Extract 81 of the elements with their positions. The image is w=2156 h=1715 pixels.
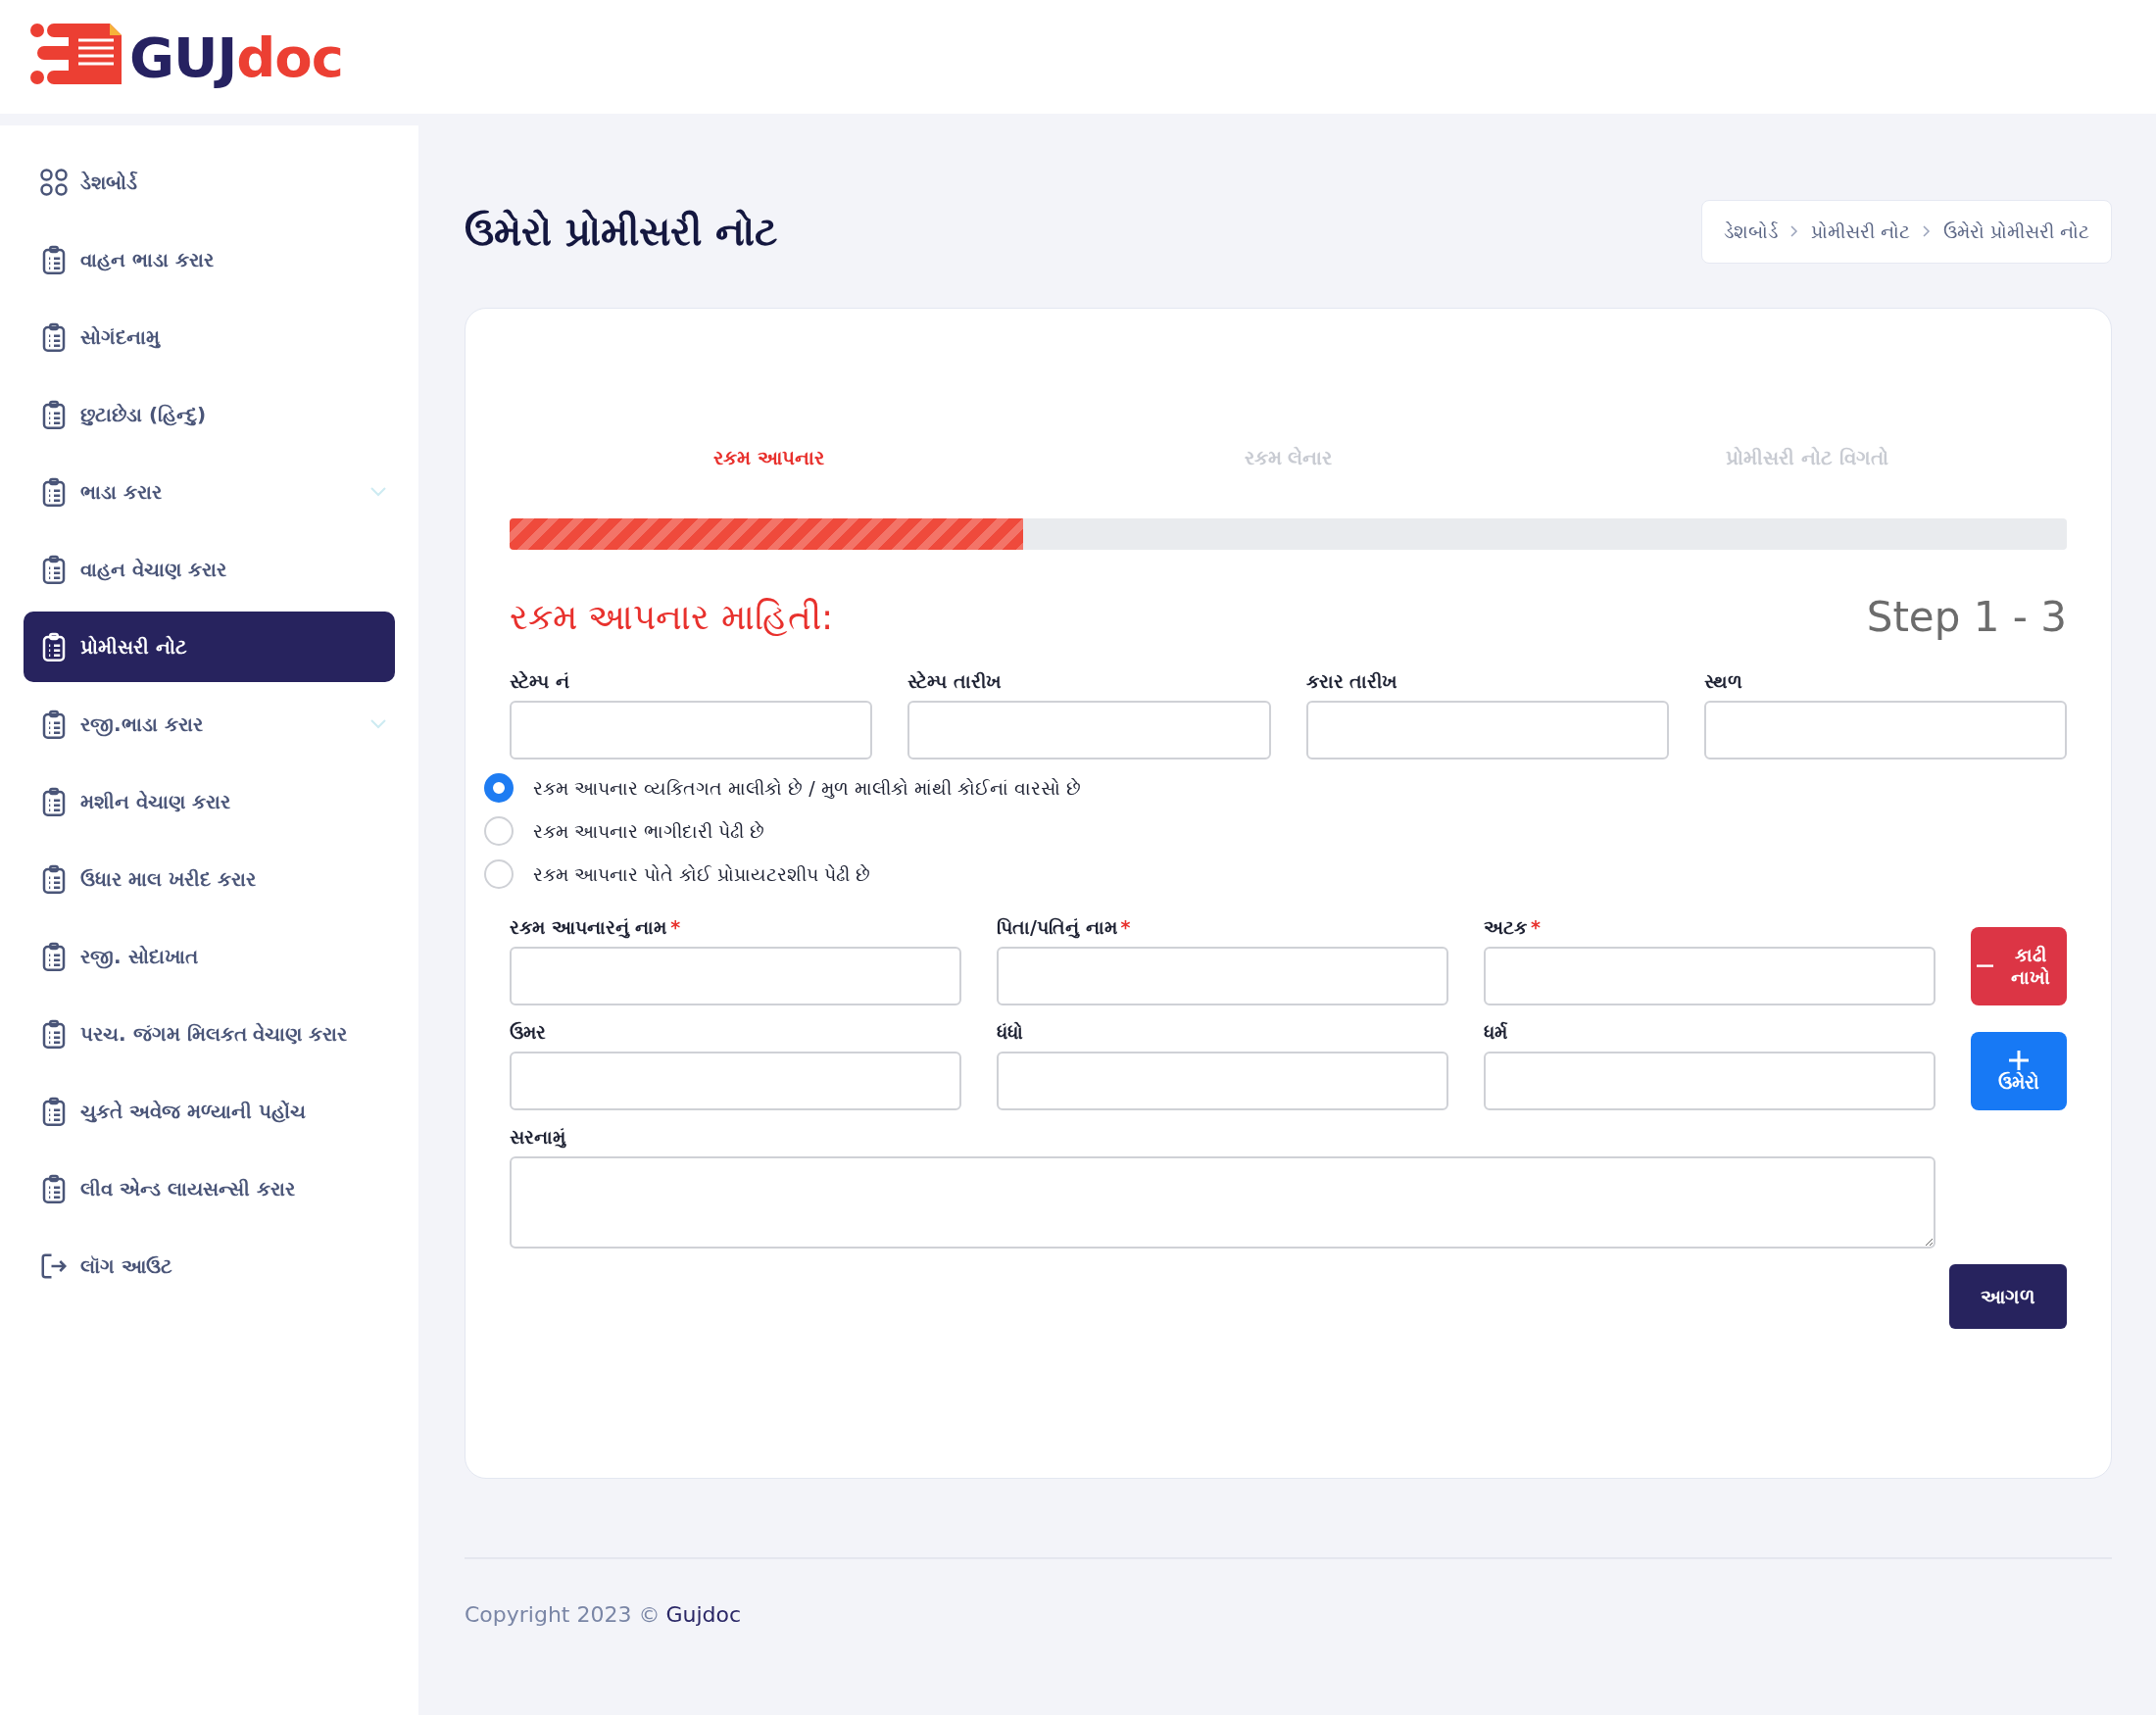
field-label: સરનામું <box>510 1126 567 1149</box>
breadcrumb-link[interactable]: પ્રોમીસરી નોટ <box>1810 220 1910 243</box>
sidebar-item-label: ચુકતે અવેજ મળ્યાની પહોંચ <box>80 1100 307 1123</box>
field-label: ઉમર <box>510 1021 547 1044</box>
sidebar-item-label: રજી. સોદાખાત <box>80 945 199 968</box>
sidebar-item[interactable]: ડેશબોર્ડ <box>24 147 395 218</box>
radio-label: રકમ આપનાર ભાગીદારી પેઢી છે <box>533 819 765 843</box>
field-label: ધર્મ <box>1484 1021 1508 1044</box>
required-mark: * <box>1120 916 1131 938</box>
sidebar-item-label: ભાડા કરાર <box>80 480 163 504</box>
sidebar-item-label: લીવ એન્ડ લાયસન્સી કરાર <box>80 1177 296 1200</box>
sidebar-item[interactable]: પરચ. જંગમ મિલકત વેચાણ કરાર <box>24 999 395 1069</box>
input-field[interactable] <box>997 947 1448 1005</box>
minus-icon <box>1977 964 1994 968</box>
field-label: પિતા/પતિનું નામ * <box>997 916 1132 939</box>
input-field[interactable] <box>510 701 873 760</box>
sidebar-item[interactable]: ચુકતે અવેજ મળ્યાની પહોંચ <box>24 1076 395 1147</box>
sidebar-item-label: પ્રોમીસરી નોટ <box>80 635 188 659</box>
sidebar-item-label: છુટાછેડા (હિન્દુ) <box>80 403 208 426</box>
brand-link[interactable]: Gujdoc <box>665 1602 742 1627</box>
sidebar-item-label: મશીન વેચાણ કરાર <box>80 790 231 813</box>
page-title: ઉમેરો પ્રોમીસરી નોટ <box>465 208 777 255</box>
sidebar-item-label: રજી.ભાડા કરાર <box>80 712 204 736</box>
input-field[interactable] <box>510 947 961 1005</box>
step-tab[interactable]: રકમ આપનાર <box>510 446 1029 469</box>
next-button[interactable]: આગળ <box>1949 1264 2067 1329</box>
chevron-down-icon <box>369 718 387 730</box>
sidebar-item[interactable]: વાહન ભાડા કરાર <box>24 224 395 295</box>
chevron-right-icon <box>1921 224 1932 238</box>
sidebar-item[interactable]: લીવ એન્ડ લાયસન્સી કરાર <box>24 1153 395 1224</box>
sidebar-item[interactable]: મશીન વેચાણ કરાર <box>24 766 395 837</box>
required-mark: * <box>670 916 681 938</box>
chevron-right-icon <box>1788 224 1799 238</box>
sidebar-item-label: પરચ. જંગમ મિલકત વેચાણ કરાર <box>80 1022 349 1046</box>
logout-icon <box>39 1251 69 1281</box>
sidebar-item[interactable]: લૉગ આઉટ <box>24 1231 395 1301</box>
sidebar-item[interactable]: રજી.ભાડા કરાર <box>24 689 395 760</box>
field-label: રકમ આપનારનું નામ * <box>510 916 682 939</box>
radio-label: રકમ આપનાર પોતે કોઈ પ્રોપ્રાયટરશીપ પેઢી છે <box>533 862 871 886</box>
add-button[interactable]: ઉમેરો <box>1971 1032 2067 1110</box>
sidebar-item-label: ઉધાર માલ ખરીદ કરાર <box>80 867 257 891</box>
field-label: સ્ટેમ્પ નં <box>510 670 570 693</box>
sidebar-item[interactable]: વાહન વેચાણ કરાર <box>24 534 395 605</box>
step-counter: Step 1 - 3 <box>1866 593 2067 641</box>
sidebar-item-label: વાહન ભાડા કરાર <box>80 248 215 271</box>
field-label: કરાર તારીખ <box>1305 670 1399 693</box>
sidebar-item-label: સોગંદનામુ <box>80 325 162 349</box>
logo-text: GUJ <box>129 24 237 89</box>
field-label: અટક * <box>1484 916 1542 939</box>
sidebar-item-label: ડેશબોર્ડ <box>80 171 138 194</box>
field-label: ધંધો <box>997 1021 1024 1044</box>
logo-text: doc <box>236 24 344 89</box>
input-field[interactable] <box>1484 947 1936 1005</box>
chevron-down-icon <box>369 486 387 498</box>
input-field[interactable] <box>997 1052 1448 1110</box>
sidebar-item[interactable]: ભાડા કરાર <box>24 457 395 527</box>
section-title: રકમ આપનાર માહિતી: <box>510 596 833 638</box>
sidebar-item[interactable]: છુટાછેડા (હિન્દુ) <box>24 379 395 450</box>
copyright-text: Copyright 2023 © <box>465 1602 661 1627</box>
remove-button[interactable]: કાઢી નાખો <box>1971 927 2067 1005</box>
required-mark: * <box>1531 916 1541 938</box>
field-label: સ્ટેમ્પ તારીખ <box>907 670 1003 693</box>
input-field[interactable] <box>510 1052 961 1110</box>
input-field[interactable] <box>1305 701 1669 760</box>
input-field[interactable] <box>907 701 1271 760</box>
radio-label: રકમ આપનાર વ્યકિતગત માલીકો છે / મુળ માલીકો માંથી કોઈનાં વારસો છે <box>533 776 1081 800</box>
sidebar-item-label: લૉગ આઉટ <box>80 1254 173 1278</box>
address-field[interactable] <box>510 1156 1936 1249</box>
breadcrumb-link[interactable]: ડેશબોર્ડ <box>1723 220 1778 243</box>
input-field[interactable] <box>1703 701 2067 760</box>
breadcrumb-link[interactable]: ઉમેરો પ્રોમીસરી નોટ <box>1942 220 2089 243</box>
sidebar-item[interactable]: ઉધાર માલ ખરીદ કરાર <box>24 844 395 914</box>
field-label: સ્થળ <box>1703 670 1743 693</box>
input-field[interactable] <box>1484 1052 1936 1110</box>
sidebar-item[interactable]: રજી. સોદાખાત <box>24 921 395 992</box>
sidebar-item-label: વાહન વેચાણ કરાર <box>80 558 227 581</box>
plus-icon <box>2008 1049 2030 1071</box>
grid-icon <box>39 168 69 197</box>
radio-button[interactable] <box>484 773 514 803</box>
sidebar-item[interactable]: સોગંદનામુ <box>24 302 395 372</box>
sidebar-item[interactable]: પ્રોમીસરી નોટ <box>24 612 395 682</box>
